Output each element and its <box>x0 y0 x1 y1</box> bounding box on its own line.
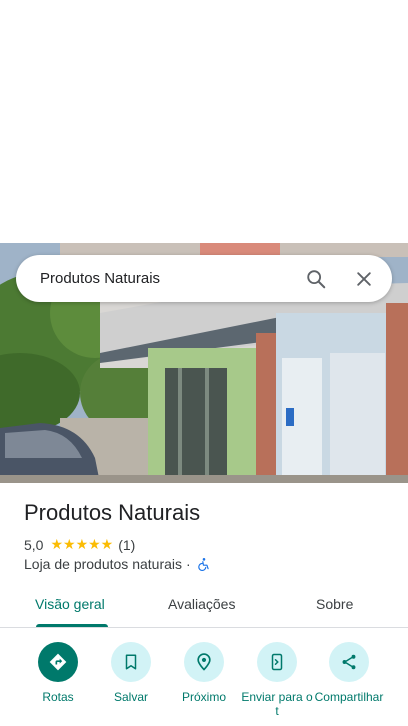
share-label: Compartilhar <box>314 690 384 704</box>
share-icon <box>329 642 369 682</box>
search-bar[interactable]: Produtos Naturais <box>16 255 392 302</box>
save-button[interactable]: Salvar <box>91 642 171 704</box>
directions-label: Rotas <box>42 690 74 704</box>
nearby-button[interactable]: Próximo <box>164 642 244 704</box>
save-label: Salvar <box>113 690 148 704</box>
tab-about[interactable]: Sobre <box>316 596 353 612</box>
active-tab-indicator <box>36 624 108 627</box>
nearby-icon <box>184 642 224 682</box>
tab-overview[interactable]: Visão geral <box>35 596 105 612</box>
tab-reviews[interactable]: Avaliações <box>168 596 235 612</box>
rating-value: 5,0 <box>24 536 44 553</box>
place-category: Loja de produtos naturais <box>24 556 182 572</box>
category-row: Loja de produtos naturais · <box>24 556 211 572</box>
search-icon[interactable] <box>304 267 328 291</box>
search-input[interactable]: Produtos Naturais <box>40 270 304 287</box>
send-to-phone-icon <box>257 642 297 682</box>
directions-button[interactable]: Rotas <box>18 642 98 704</box>
send-to-phone-label: Enviar para o t <box>241 690 313 718</box>
share-button[interactable]: Compartilhar <box>309 642 389 704</box>
star-rating-icon: ★★★★★ <box>50 536 114 552</box>
close-icon[interactable] <box>352 267 376 291</box>
tab-bar: Visão geral Avaliações Sobre <box>0 584 408 628</box>
rating-row[interactable]: 5,0 ★★★★★ (1) <box>24 536 135 553</box>
place-page: Produtos Naturais Produtos Naturais 5,0 … <box>0 0 408 726</box>
nearby-label: Próximo <box>181 690 226 704</box>
separator-dot: · <box>186 556 191 572</box>
send-to-phone-button[interactable]: Enviar para o t <box>237 642 317 718</box>
review-count: (1) <box>118 536 136 553</box>
wheelchair-accessible-icon <box>197 557 211 571</box>
directions-icon <box>38 642 78 682</box>
place-title: Produtos Naturais <box>24 500 201 525</box>
bookmark-icon <box>111 642 151 682</box>
